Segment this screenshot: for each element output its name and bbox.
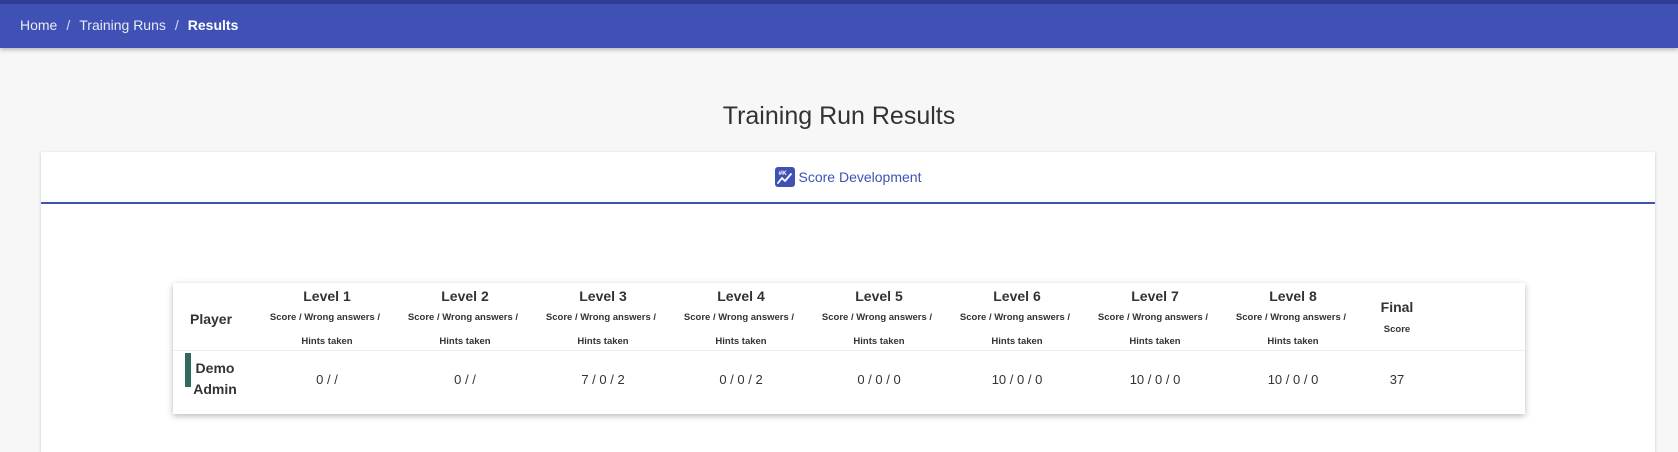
breadcrumb: Home / Training Runs / Results — [20, 17, 238, 33]
breadcrumb-home[interactable]: Home — [20, 17, 57, 33]
level-title: Level 4 — [717, 288, 765, 304]
level-hints-header: Hints taken — [1129, 336, 1181, 347]
level-6-cell: 10 / 0 / 0 — [991, 372, 1043, 387]
level-title: Level 1 — [303, 288, 351, 304]
page-title: Training Run Results — [722, 102, 956, 130]
level-hints-header: Hints taken — [853, 336, 905, 347]
level-title: Level 6 — [993, 288, 1041, 304]
level-hints-header: Hints taken — [991, 336, 1043, 347]
breadcrumb-training-runs[interactable]: Training Runs — [79, 17, 166, 33]
top-bar: Home / Training Runs / Results — [0, 0, 1678, 48]
level-title: Level 5 — [855, 288, 903, 304]
tab-label: Score Development — [798, 168, 922, 185]
level-7-cell: 10 / 0 / 0 — [1129, 372, 1181, 387]
final-score-cell: 37 — [1389, 372, 1405, 387]
breadcrumb-separator: / — [66, 17, 71, 33]
tab-bar: #K Score Development — [41, 152, 1655, 204]
row-divider — [173, 350, 1525, 351]
level-8-cell: 10 / 0 / 0 — [1267, 372, 1319, 387]
level-2-cell: 0 / / — [454, 372, 476, 387]
level-subheader: Score / Wrong answers / — [407, 312, 519, 323]
breadcrumb-results: Results — [187, 17, 239, 33]
level-subheader: Score / Wrong answers / — [821, 312, 933, 323]
final-score-subheader: Score — [1383, 324, 1411, 335]
level-hints-header: Hints taken — [301, 336, 353, 347]
score-chart-icon: #K — [774, 166, 795, 187]
level-subheader: Score / Wrong answers / — [269, 312, 381, 323]
results-table: Player Level 1 Score / Wrong answers / H… — [173, 283, 1525, 414]
level-title: Level 7 — [1131, 288, 1179, 304]
level-title: Level 3 — [579, 288, 627, 304]
level-subheader: Score / Wrong answers / — [1097, 312, 1209, 323]
player-column-header: Player — [190, 311, 233, 327]
svg-text:#K: #K — [778, 170, 787, 177]
level-subheader: Score / Wrong answers / — [959, 312, 1071, 323]
level-title: Level 2 — [441, 288, 489, 304]
level-3-cell: 7 / 0 / 2 — [581, 372, 625, 387]
level-hints-header: Hints taken — [715, 336, 767, 347]
level-4-cell: 0 / 0 / 2 — [719, 372, 763, 387]
tab-score-development[interactable]: #K Score Development — [774, 166, 922, 187]
breadcrumb-separator: / — [174, 17, 179, 33]
level-hints-header: Hints taken — [439, 336, 491, 347]
level-title: Level 8 — [1269, 288, 1317, 304]
level-5-cell: 0 / 0 / 0 — [857, 372, 901, 387]
level-hints-header: Hints taken — [1267, 336, 1319, 347]
level-subheader: Score / Wrong answers / — [683, 312, 795, 323]
level-subheader: Score / Wrong answers / — [1235, 312, 1347, 323]
final-column-header: Final — [1380, 299, 1414, 315]
level-1-cell: 0 / / — [316, 372, 338, 387]
level-hints-header: Hints taken — [577, 336, 629, 347]
player-name: Demo Admin — [193, 360, 237, 397]
level-subheader: Score / Wrong answers / — [545, 312, 657, 323]
results-card: #K Score Development Player Level 1 Scor… — [41, 152, 1655, 452]
